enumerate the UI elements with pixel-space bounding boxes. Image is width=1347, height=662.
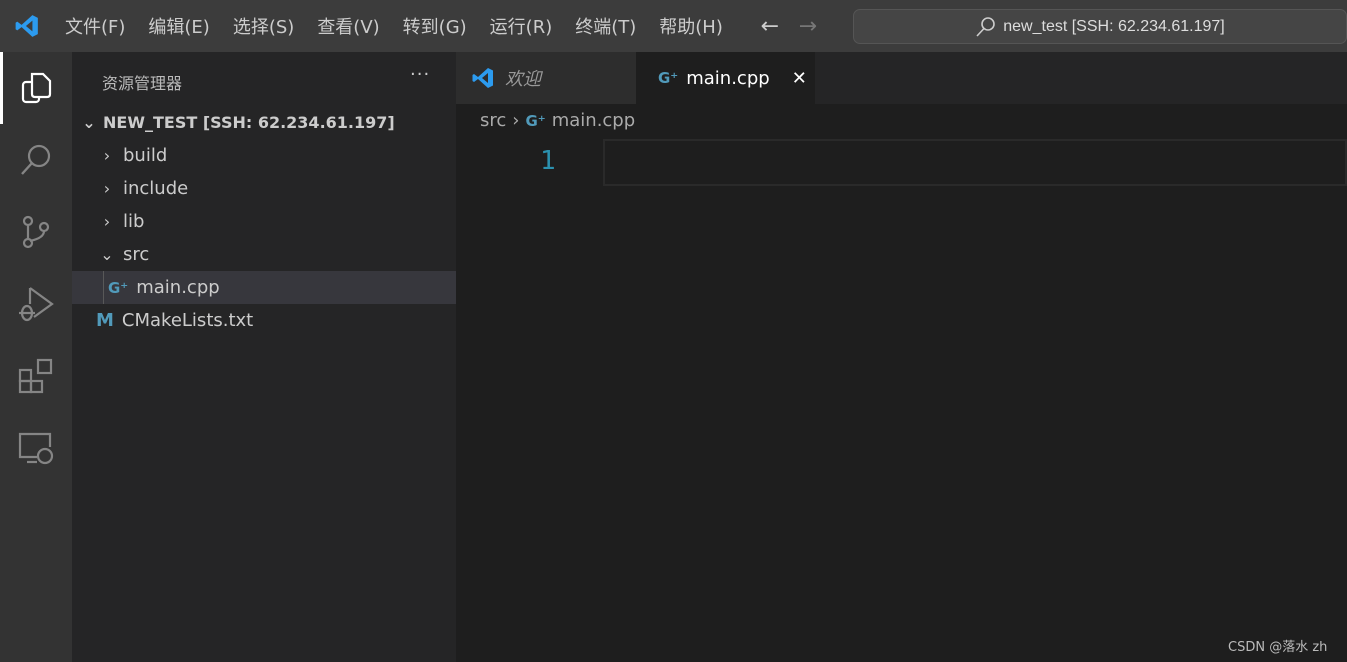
menu-help[interactable]: 帮助(H) xyxy=(648,13,735,39)
tab-label: main.cpp xyxy=(686,67,770,89)
activity-bar xyxy=(0,52,72,662)
menu-view[interactable]: 查看(V) xyxy=(306,13,391,39)
breadcrumb-main-cpp[interactable]: main.cpp xyxy=(552,110,635,131)
back-button[interactable]: ← xyxy=(751,14,789,39)
run-debug-icon[interactable] xyxy=(0,268,72,340)
workspace-root[interactable]: ⌄ NEW_TEST [SSH: 62.234.61.197] xyxy=(72,106,456,139)
chevron-down-icon: ⌄ xyxy=(100,245,114,264)
menu-edit[interactable]: 编辑(E) xyxy=(137,13,221,39)
chevron-right-icon: › xyxy=(512,110,520,131)
editor-tabs: 欢迎 G⁺ main.cpp ✕ xyxy=(456,52,1347,104)
tree-item-main-cpp[interactable]: G⁺ main.cpp xyxy=(72,271,456,304)
tree-item-build[interactable]: › build xyxy=(72,139,456,172)
cpp-file-icon: G⁺ xyxy=(108,278,129,297)
command-center-label: new_test [SSH: 62.234.61.197] xyxy=(1003,17,1225,35)
tab-main-cpp[interactable]: G⁺ main.cpp ✕ xyxy=(636,52,815,104)
line-number: 1 xyxy=(540,146,556,176)
explorer-sidebar: 资源管理器 ··· ⌄ NEW_TEST [SSH: 62.234.61.197… xyxy=(72,52,456,662)
tree-item-src[interactable]: ⌄ src xyxy=(72,238,456,271)
workspace-root-label: NEW_TEST [SSH: 62.234.61.197] xyxy=(103,113,395,132)
breadcrumb-src[interactable]: src xyxy=(480,110,506,131)
explorer-icon[interactable] xyxy=(0,52,72,124)
tree-item-label: src xyxy=(123,244,150,265)
forward-button[interactable]: → xyxy=(789,14,827,39)
menu-selection[interactable]: 选择(S) xyxy=(222,13,306,39)
remote-explorer-icon[interactable] xyxy=(0,412,72,484)
command-center[interactable]: new_test [SSH: 62.234.61.197] xyxy=(853,9,1347,44)
editor-current-line[interactable] xyxy=(603,139,1347,186)
indent-guide xyxy=(103,271,104,304)
tree-item-label: main.cpp xyxy=(136,277,220,298)
cmake-file-icon: M xyxy=(96,310,114,331)
more-actions-button[interactable]: ··· xyxy=(410,64,430,85)
tree-item-cmakelists[interactable]: M CMakeLists.txt xyxy=(72,304,456,337)
tab-label: 欢迎 xyxy=(505,69,541,90)
chevron-down-icon: ⌄ xyxy=(82,113,96,132)
chevron-right-icon: › xyxy=(103,146,111,165)
menu-go[interactable]: 转到(G) xyxy=(392,13,479,39)
cpp-file-icon: G⁺ xyxy=(525,111,546,130)
sidebar-title: 资源管理器 xyxy=(102,74,183,93)
tree-item-lib[interactable]: › lib xyxy=(72,205,456,238)
tree-item-label: include xyxy=(123,178,189,199)
vscode-logo-icon xyxy=(0,0,54,52)
title-bar: 文件(F) 编辑(E) 选择(S) 查看(V) 转到(G) 运行(R) 终端(T… xyxy=(0,0,1347,52)
tree-item-label: lib xyxy=(123,211,145,232)
search-icon[interactable] xyxy=(0,124,72,196)
search-icon xyxy=(976,16,996,37)
close-icon[interactable]: ✕ xyxy=(792,68,807,89)
tree-item-label: build xyxy=(123,145,168,166)
chevron-right-icon: › xyxy=(103,212,111,231)
tree-item-label: CMakeLists.txt xyxy=(121,310,254,331)
breadcrumb: src › G⁺ main.cpp xyxy=(480,110,635,131)
tree-item-include[interactable]: › include xyxy=(72,172,456,205)
chevron-right-icon: › xyxy=(103,179,111,198)
watermark: CSDN @落水 zh xyxy=(1228,640,1328,655)
menu-run[interactable]: 运行(R) xyxy=(479,13,565,39)
vscode-logo-icon xyxy=(472,68,493,88)
menu-file[interactable]: 文件(F) xyxy=(54,13,137,39)
menu-terminal[interactable]: 终端(T) xyxy=(564,13,648,39)
tab-welcome[interactable]: 欢迎 xyxy=(456,52,636,104)
source-control-icon[interactable] xyxy=(0,196,72,268)
cpp-file-icon: G⁺ xyxy=(658,69,679,87)
extensions-icon[interactable] xyxy=(0,340,72,412)
